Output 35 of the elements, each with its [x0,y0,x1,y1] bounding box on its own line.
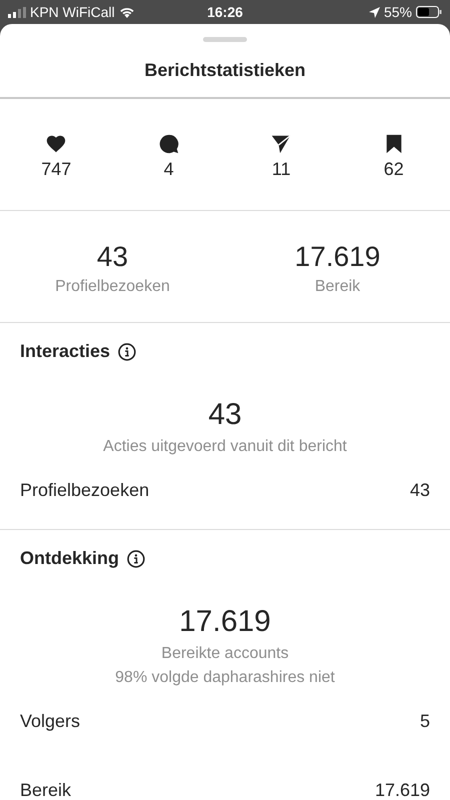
stat-value: 43 [96,241,128,273]
stat-label: Bereik [314,278,360,296]
wifi-icon [118,6,135,18]
signal-icon [8,6,26,18]
metric-count: 747 [41,159,72,180]
row-label: Profielbezoeken [20,480,150,501]
row-value: 43 [410,480,430,501]
location-icon [368,6,380,18]
row-label: Bereik [20,780,72,800]
info-icon[interactable] [127,550,146,568]
sheet-title: Berichtstatistieken [143,59,307,82]
stat-label: Profielbezoeken [55,278,170,296]
clock-time: 16:26 [207,4,243,20]
total-caption: Bereikte accounts [161,645,289,663]
heart-icon [45,133,68,155]
metric-count: 4 [164,159,174,180]
section-total: 43 [208,398,242,432]
total-caption: Acties uitgevoerd vanuit dit bericht [103,438,347,456]
drag-handle[interactable] [203,37,247,42]
metric-count: 11 [272,159,291,180]
info-icon[interactable] [118,342,136,360]
battery-icon [416,6,442,18]
comment-bubble-icon [158,133,180,155]
stat-value: 17.619 [294,241,380,273]
row-label: Volgers [20,711,80,732]
section-heading: Interacties [20,341,110,362]
section-heading: Ontdekking [20,548,120,569]
metric-count: 62 [384,159,404,180]
total-caption: 98% volgde dapharashires niet [115,669,335,687]
carrier-name: KPN WiFiCall [30,4,115,20]
paper-plane-icon [270,133,292,155]
battery-percentage: 55% [384,4,412,20]
section-total: 17.619 [179,605,271,639]
row-value: 17.619 [374,780,430,800]
row-value: 5 [420,711,430,732]
